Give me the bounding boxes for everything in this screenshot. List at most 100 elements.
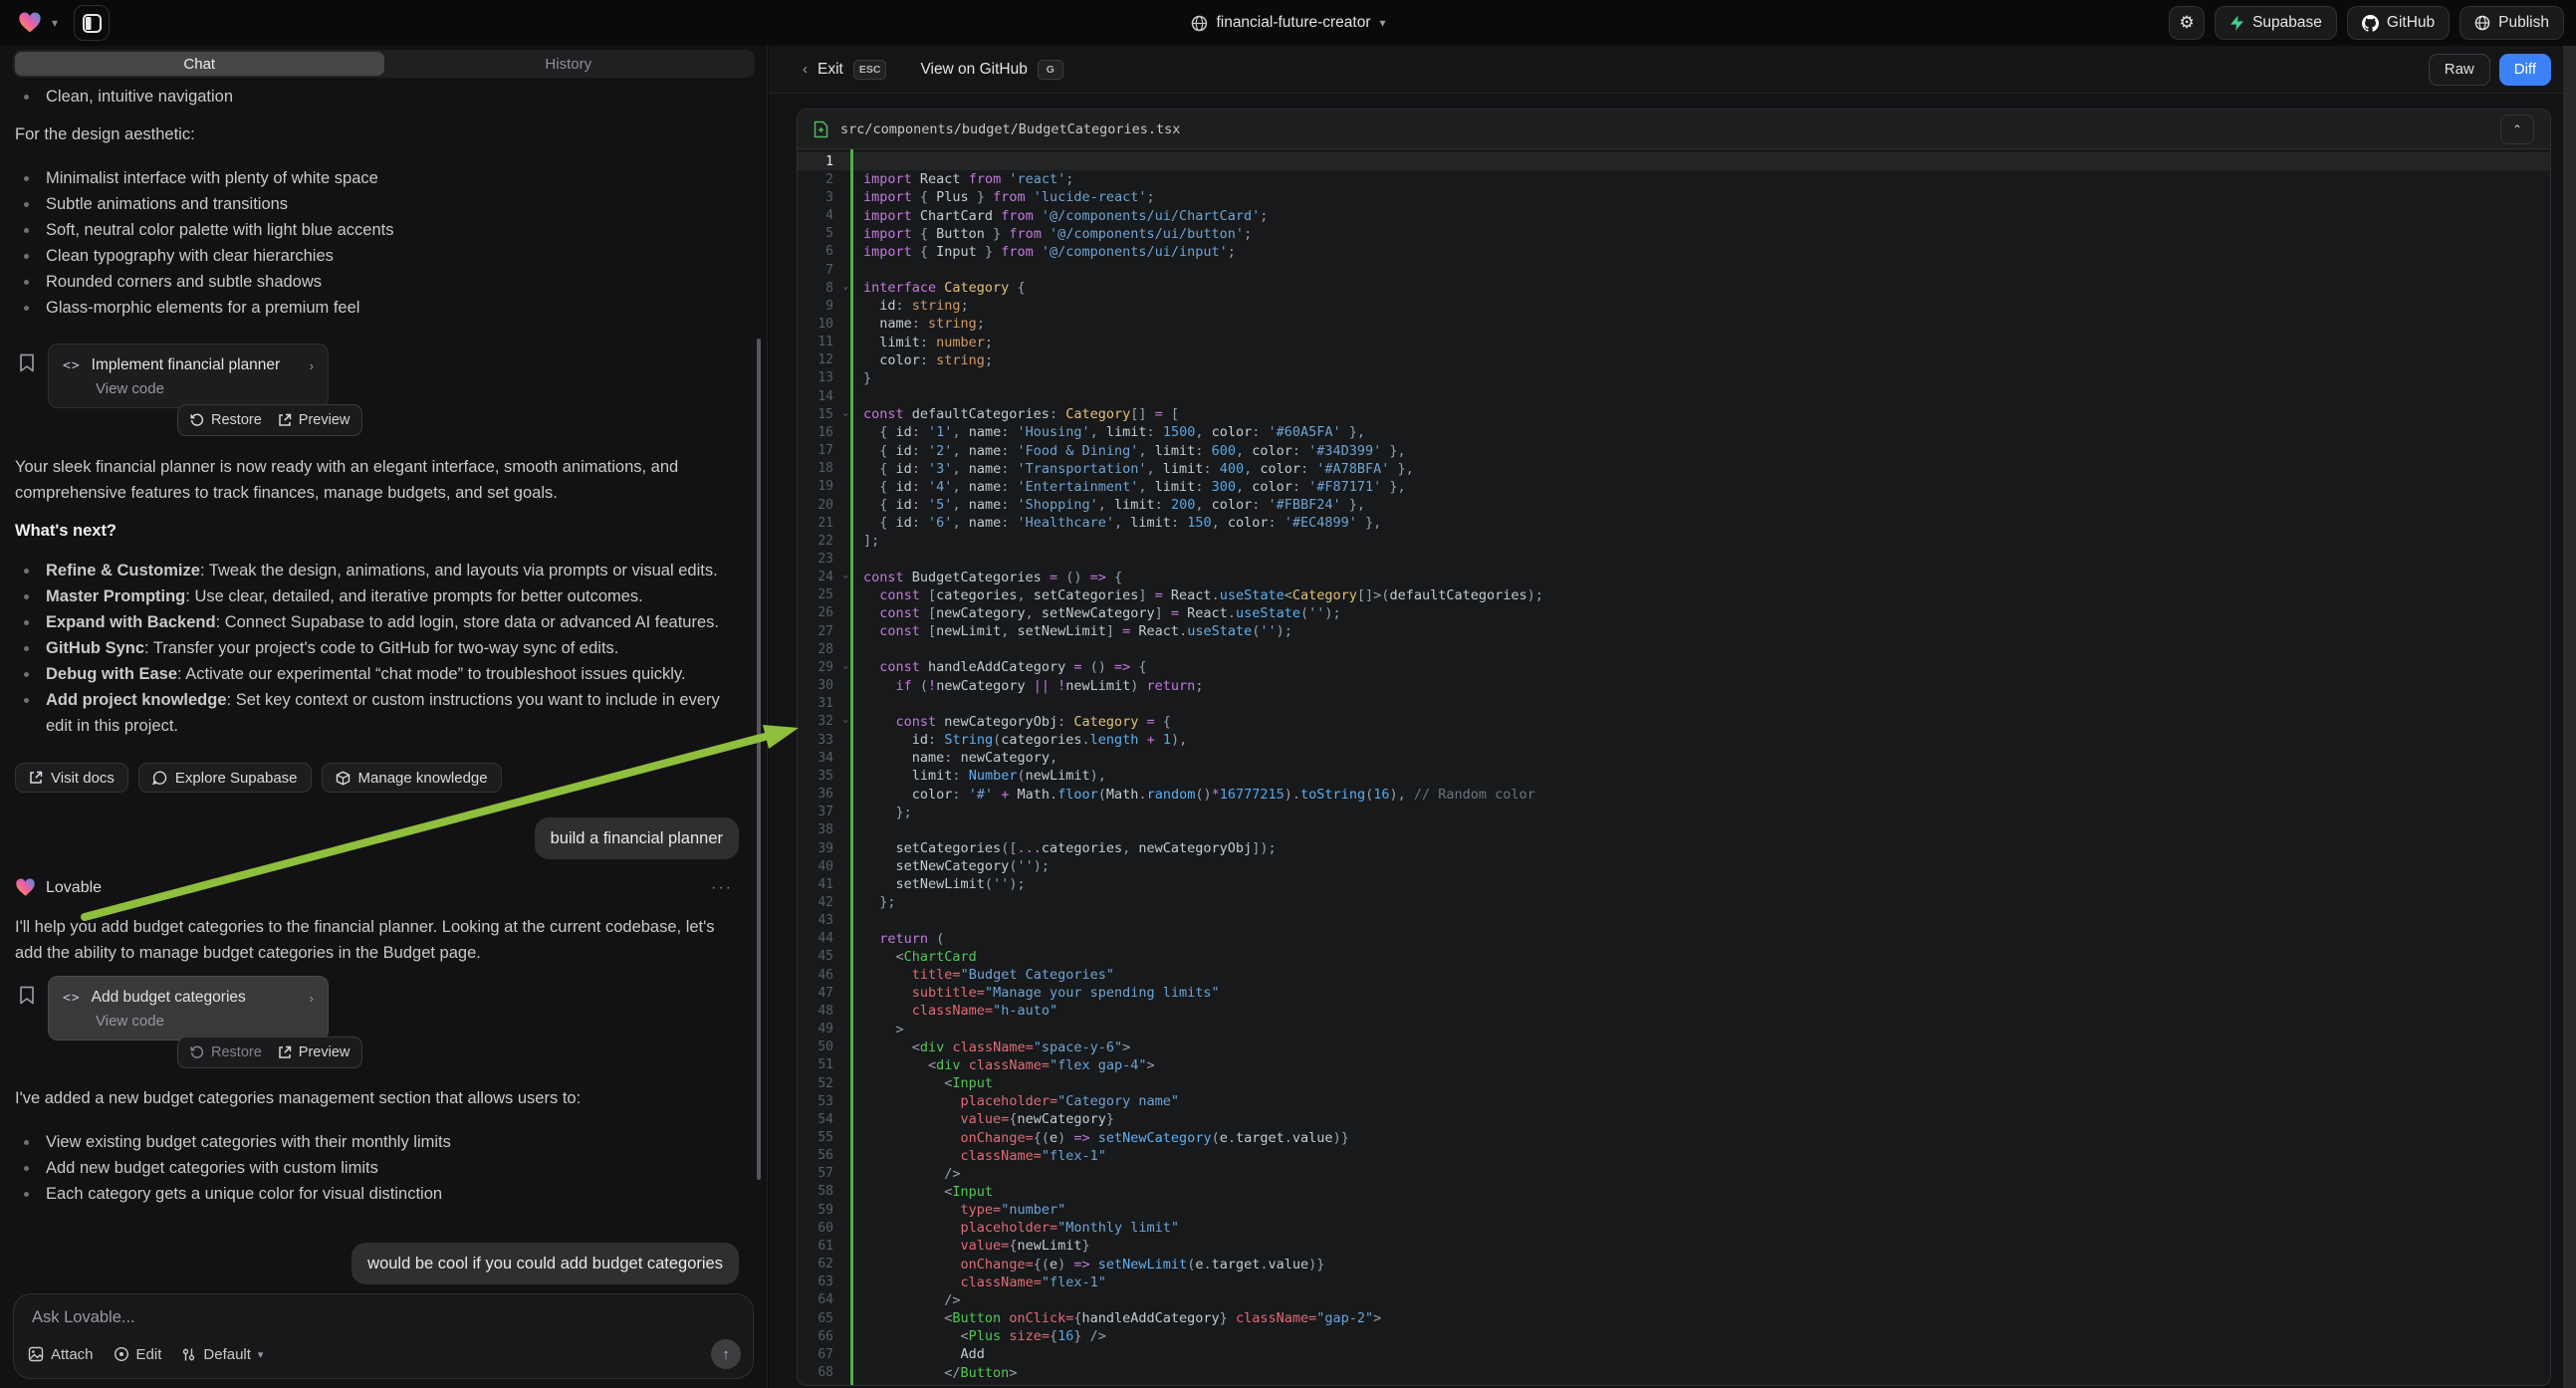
- line-number: 17: [798, 443, 850, 458]
- fold-chevron-icon[interactable]: ⌄: [843, 571, 848, 580]
- code-line: 46 title="Budget Categories": [798, 966, 2550, 984]
- help-message: I'll help you add budget categories to t…: [15, 914, 741, 966]
- collapse-file-button[interactable]: ⌃: [2500, 115, 2534, 144]
- line-number: 54: [798, 1112, 850, 1127]
- view-code-link[interactable]: View code: [63, 1013, 314, 1030]
- chat-input[interactable]: Ask Lovable...: [32, 1308, 735, 1327]
- code-line: 61 value={newLimit}: [798, 1237, 2550, 1255]
- version-card-add-budget-categories[interactable]: <> Add budget categories › View code Res…: [48, 976, 329, 1041]
- explore-supabase-label: Explore Supabase: [175, 770, 298, 787]
- fold-chevron-icon[interactable]: ⌄: [843, 661, 848, 671]
- line-number: 66: [798, 1329, 850, 1344]
- attach-button[interactable]: Attach: [28, 1346, 94, 1363]
- visit-docs-button[interactable]: Visit docs: [15, 763, 128, 793]
- code-line: 29⌄ const handleAddCategory = () => {: [798, 658, 2550, 676]
- line-number: 53: [798, 1094, 850, 1109]
- line-number: 68: [798, 1365, 850, 1380]
- code-text: }: [850, 370, 871, 386]
- gear-icon: ⚙: [2179, 13, 2194, 33]
- settings-button[interactable]: ⚙: [2169, 6, 2205, 40]
- code-text: color: string;: [850, 352, 993, 368]
- line-number: 36: [798, 787, 850, 802]
- restore-icon: [190, 413, 204, 427]
- code-line: 65 <Button onClick={handleAddCategory} c…: [798, 1309, 2550, 1327]
- file-diff-card: src/components/budget/BudgetCategories.t…: [797, 109, 2551, 1386]
- code-text: type="number": [850, 1202, 1065, 1218]
- code-text: import { Button } from '@/components/ui/…: [850, 226, 1252, 242]
- restore-label: Restore: [211, 1044, 262, 1060]
- sliders-icon: [181, 1347, 196, 1362]
- code-line: 55 onChange={(e) => setNewCategory(e.tar…: [798, 1128, 2550, 1146]
- message-menu-button[interactable]: ···: [711, 879, 733, 897]
- chat-bubble-icon: [152, 771, 167, 786]
- preview-button[interactable]: Preview: [278, 1044, 351, 1060]
- code-line: 48 className="h-auto": [798, 1002, 2550, 1020]
- exit-button[interactable]: Exit: [818, 61, 843, 79]
- preview-button[interactable]: Preview: [278, 412, 351, 428]
- user-message: build a financial planner: [535, 817, 739, 859]
- line-number: 15⌄: [798, 407, 850, 422]
- code-line: 11 limit: number;: [798, 334, 2550, 351]
- chat-message-list[interactable]: Clean, intuitive navigation For the desi…: [0, 78, 767, 1293]
- code-line: 12 color: string;: [798, 351, 2550, 369]
- line-number: 28: [798, 642, 850, 657]
- edit-button[interactable]: Edit: [114, 1346, 162, 1363]
- send-button[interactable]: ↑: [711, 1339, 741, 1369]
- restore-button[interactable]: Restore: [190, 412, 262, 428]
- code-line: 63 className="flex-1": [798, 1273, 2550, 1291]
- line-number: 38: [798, 822, 850, 837]
- fold-chevron-icon[interactable]: ⌄: [843, 715, 848, 725]
- lovable-logo[interactable]: [18, 12, 42, 34]
- preview-label: Preview: [299, 1044, 351, 1060]
- line-number: 45: [798, 949, 850, 964]
- visit-docs-label: Visit docs: [51, 770, 115, 787]
- code-line: 10 name: string;: [798, 315, 2550, 333]
- fold-chevron-icon[interactable]: ⌄: [843, 282, 848, 292]
- code-body[interactable]: 12import React from 'react';3import { Pl…: [798, 149, 2550, 1385]
- diff-toggle-button[interactable]: Diff: [2499, 54, 2551, 86]
- ready-message: Your sleek financial planner is now read…: [15, 454, 724, 506]
- chat-scrollbar[interactable]: [757, 339, 761, 1180]
- line-number: 48: [798, 1004, 850, 1019]
- supabase-button[interactable]: Supabase: [2215, 6, 2337, 40]
- view-on-github-button[interactable]: View on GitHub: [920, 61, 1027, 79]
- external-link-icon: [278, 413, 292, 427]
- tab-history[interactable]: History: [384, 52, 754, 76]
- code-text: className="flex-1": [850, 1148, 1106, 1164]
- publish-button[interactable]: Publish: [2459, 6, 2564, 40]
- explore-supabase-button[interactable]: Explore Supabase: [138, 763, 312, 793]
- code-line: 59 type="number": [798, 1201, 2550, 1219]
- code-line: 45 <ChartCard: [798, 948, 2550, 966]
- globe-icon: [1190, 15, 1207, 32]
- page-scrollbar[interactable]: [2563, 46, 2576, 1388]
- code-text: { id: '2', name: 'Food & Dining', limit:…: [850, 443, 1406, 459]
- bookmark-icon[interactable]: [19, 986, 35, 1005]
- logo-chevron-down-icon[interactable]: ▾: [52, 16, 58, 30]
- chevron-right-icon: ›: [310, 358, 314, 373]
- chat-composer[interactable]: Ask Lovable... Attach Edit Default ▾ ↑: [13, 1293, 754, 1379]
- project-switcher[interactable]: financial-future-creator ▾: [1190, 14, 1385, 32]
- code-line: 16 { id: '1', name: 'Housing', limit: 15…: [798, 423, 2550, 441]
- code-line: 38: [798, 821, 2550, 839]
- github-button[interactable]: GitHub: [2347, 6, 2450, 40]
- code-text: placeholder="Monthly limit": [850, 1220, 1179, 1236]
- code-text: if (!newCategory || !newLimit) return;: [850, 678, 1203, 694]
- tab-chat[interactable]: Chat: [15, 52, 384, 76]
- code-text: name: newCategory,: [850, 750, 1057, 766]
- restore-button[interactable]: Restore: [190, 1044, 262, 1060]
- manage-knowledge-button[interactable]: Manage knowledge: [322, 763, 502, 793]
- view-code-link[interactable]: View code: [63, 380, 314, 397]
- line-number: 62: [798, 1257, 850, 1272]
- mode-selector[interactable]: Default ▾: [181, 1346, 263, 1363]
- fold-chevron-icon[interactable]: ⌄: [843, 408, 848, 418]
- version-card-implement-financial-planner[interactable]: <> Implement financial planner › View co…: [48, 344, 329, 408]
- line-number: 16: [798, 425, 850, 440]
- file-path-bar[interactable]: src/components/budget/BudgetCategories.t…: [798, 110, 2550, 149]
- raw-toggle-button[interactable]: Raw: [2429, 54, 2490, 86]
- code-line: 20 { id: '5', name: 'Shopping', limit: 2…: [798, 496, 2550, 514]
- code-text: <div className="flex gap-4">: [850, 1057, 1155, 1073]
- line-number: 60: [798, 1221, 850, 1236]
- bookmark-icon[interactable]: [19, 353, 35, 372]
- code-line: 13}: [798, 369, 2550, 387]
- toggle-sidebar-button[interactable]: [74, 5, 110, 41]
